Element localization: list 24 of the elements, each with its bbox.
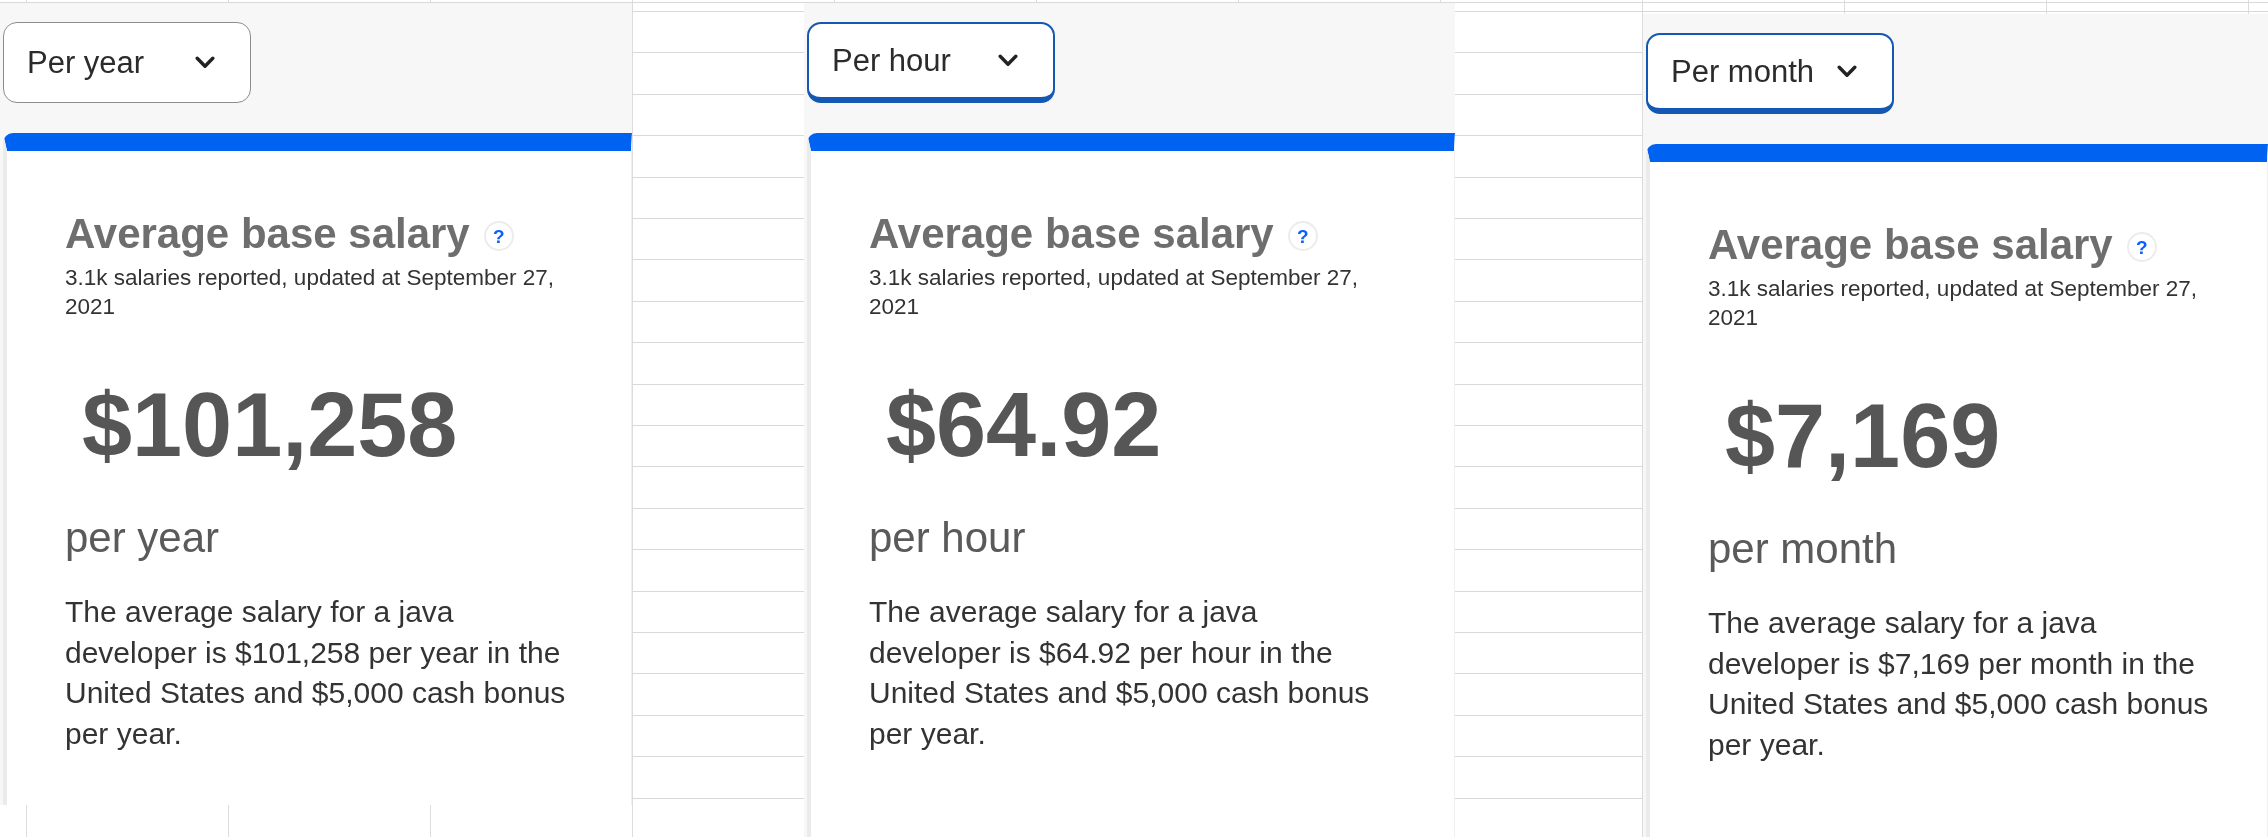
chevron-down-icon (1837, 65, 1857, 78)
salary-description: The average salary for a java developer is $7,169 per month in the United States and $5,000 cash bonus per year. (1708, 605, 2210, 763)
chevron-down-icon (195, 56, 215, 69)
period-dropdown[interactable]: Per year (3, 22, 251, 103)
period-dropdown[interactable]: Per hour (807, 22, 1055, 103)
pay-period: per hour (869, 513, 1027, 563)
salary-amount: $64.92 (886, 375, 1163, 475)
pay-period: per month (1708, 524, 1899, 574)
help-icon[interactable]: ? (483, 221, 514, 251)
help-icon[interactable]: ? (1287, 221, 1318, 251)
chevron-down-icon (998, 54, 1018, 67)
report-info: 3.1k salaries reported, updated at September 27, 2021 (65, 264, 556, 321)
salary-title: Average base salary (869, 210, 1274, 258)
salary-title: Average base salary (65, 210, 470, 258)
salary-description: The average salary for a java developer is $64.92 per hour in the United States and $5,000 cash bonus per year. (869, 594, 1371, 752)
help-icon[interactable]: ? (2126, 232, 2157, 262)
salary-amount: $7,169 (1725, 386, 2002, 486)
salary-title: Average base salary (1708, 221, 2113, 269)
pay-period: per year (65, 513, 221, 563)
report-info: 3.1k salaries reported, updated at September 27, 2021 (1708, 275, 2199, 332)
salary-description: The average salary for a java developer is $101,258 per year in the United States and $5,000 cash bonus per year. (65, 594, 567, 752)
period-dropdown[interactable]: Per month (1646, 33, 1894, 114)
report-info: 3.1k salaries reported, updated at September 27, 2021 (869, 264, 1360, 321)
salary-amount: $101,258 (82, 375, 459, 475)
